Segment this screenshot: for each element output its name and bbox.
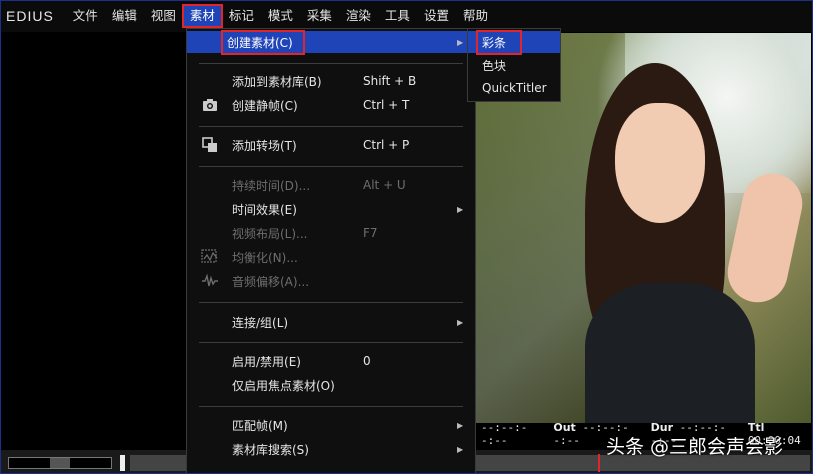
clip-menu-dropdown: 创建素材(C) ▶ 添加到素材库(B) Shift + B 创建静帧(C) Ct…: [186, 28, 476, 474]
menu-item-video-layout: 视频布局(L)... F7: [187, 222, 475, 244]
duration-shortcut: Alt + U: [363, 178, 406, 192]
create-clip-submenu: 彩条 色块 QuickTitler: [467, 28, 561, 102]
menu-help[interactable]: 帮助: [456, 5, 495, 27]
menu-mode[interactable]: 模式: [261, 5, 300, 27]
enable-disable-shortcut: 0: [363, 354, 371, 368]
submenu-arrow-icon: ▶: [457, 37, 464, 47]
add-to-bin-label: 添加到素材库(B): [232, 74, 322, 89]
app-logo: EDIUS: [6, 8, 54, 24]
separator: [199, 63, 463, 64]
menu-item-create-clip[interactable]: 创建素材(C) ▶: [187, 29, 475, 55]
separator: [199, 126, 463, 127]
menu-item-time-effect[interactable]: 时间效果(E) ▶: [187, 198, 475, 220]
menu-item-enable-focus-only[interactable]: 仅启用焦点素材(O): [187, 374, 475, 396]
add-transition-label: 添加转场(T): [232, 138, 297, 153]
submenu-arrow-icon: ▶: [457, 204, 464, 214]
scrub-handle[interactable]: [120, 455, 125, 471]
color-bars-label: 彩条: [475, 29, 523, 55]
menu-file[interactable]: 文件: [66, 5, 105, 27]
video-layout-shortcut: F7: [363, 226, 378, 240]
menu-capture[interactable]: 采集: [300, 5, 339, 27]
player-pane: [0, 32, 186, 450]
transition-icon: [201, 136, 219, 154]
duration-label: 持续时间(D)...: [232, 178, 311, 193]
separator: [199, 406, 463, 407]
waveform-icon: [201, 272, 219, 290]
audio-offset-label: 音频偏移(A)...: [232, 274, 310, 289]
submenu-arrow-icon: ▶: [457, 420, 464, 430]
menu-item-create-still[interactable]: 创建静帧(C) Ctrl + T: [187, 94, 475, 116]
normalize-icon: [201, 248, 219, 266]
menu-item-match-frame[interactable]: 匹配帧(M) ▶: [187, 414, 475, 436]
submenu-item-color-matte[interactable]: 色块: [468, 54, 560, 76]
menu-render[interactable]: 渲染: [339, 5, 378, 27]
create-still-label: 创建静帧(C): [232, 98, 298, 113]
menu-item-bin-search[interactable]: 素材库搜索(S) ▶: [187, 438, 475, 460]
match-frame-label: 匹配帧(M): [232, 418, 288, 433]
enable-disable-label: 启用/禁用(E): [232, 354, 301, 369]
video-layout-label: 视频布局(L)...: [232, 226, 308, 241]
bin-search-label: 素材库搜索(S): [232, 442, 309, 457]
quicktitler-label: QuickTitler: [482, 81, 547, 95]
in-timecode: --:--:--:--: [481, 420, 528, 447]
add-to-bin-shortcut: Shift + B: [363, 74, 417, 88]
menu-clip[interactable]: 素材: [181, 4, 223, 28]
separator: [199, 342, 463, 343]
menu-item-link-group[interactable]: 连接/组(L) ▶: [187, 311, 475, 333]
menu-item-audio-offset: 音频偏移(A)...: [187, 270, 475, 292]
normalize-label: 均衡化(N)...: [232, 250, 298, 265]
link-group-label: 连接/组(L): [232, 315, 289, 330]
zoom-slider-thumb[interactable]: [50, 458, 70, 468]
create-still-shortcut: Ctrl + T: [363, 98, 410, 112]
separator: [199, 166, 463, 167]
menu-marker[interactable]: 标记: [222, 5, 261, 27]
add-transition-shortcut: Ctrl + P: [363, 138, 410, 152]
menu-settings[interactable]: 设置: [417, 5, 456, 27]
submenu-arrow-icon: ▶: [457, 317, 464, 327]
color-matte-label: 色块: [482, 58, 507, 73]
submenu-item-quicktitler[interactable]: QuickTitler: [468, 77, 560, 99]
submenu-arrow-icon: ▶: [457, 444, 464, 454]
camera-icon: [201, 96, 219, 114]
out-label: Out: [553, 420, 576, 434]
menu-item-duration: 持续时间(D)... Alt + U: [187, 174, 475, 196]
playhead-marker[interactable]: [598, 454, 600, 472]
submenu-item-color-bars[interactable]: 彩条: [468, 29, 560, 55]
menu-tools[interactable]: 工具: [378, 5, 417, 27]
menu-view[interactable]: 视图: [144, 5, 183, 27]
separator: [199, 302, 463, 303]
enable-focus-only-label: 仅启用焦点素材(O): [232, 378, 335, 393]
menu-item-enable-disable[interactable]: 启用/禁用(E) 0: [187, 350, 475, 372]
menu-item-add-transition[interactable]: 添加转场(T) Ctrl + P: [187, 134, 475, 156]
time-effect-label: 时间效果(E): [232, 202, 297, 217]
menu-edit[interactable]: 编辑: [105, 5, 144, 27]
menu-item-normalize: 均衡化(N)...: [187, 246, 475, 268]
watermark: 头条 @三郎会声会影: [606, 436, 784, 458]
menu-item-add-to-bin[interactable]: 添加到素材库(B) Shift + B: [187, 70, 475, 92]
create-clip-label: 创建素材(C): [221, 29, 305, 55]
